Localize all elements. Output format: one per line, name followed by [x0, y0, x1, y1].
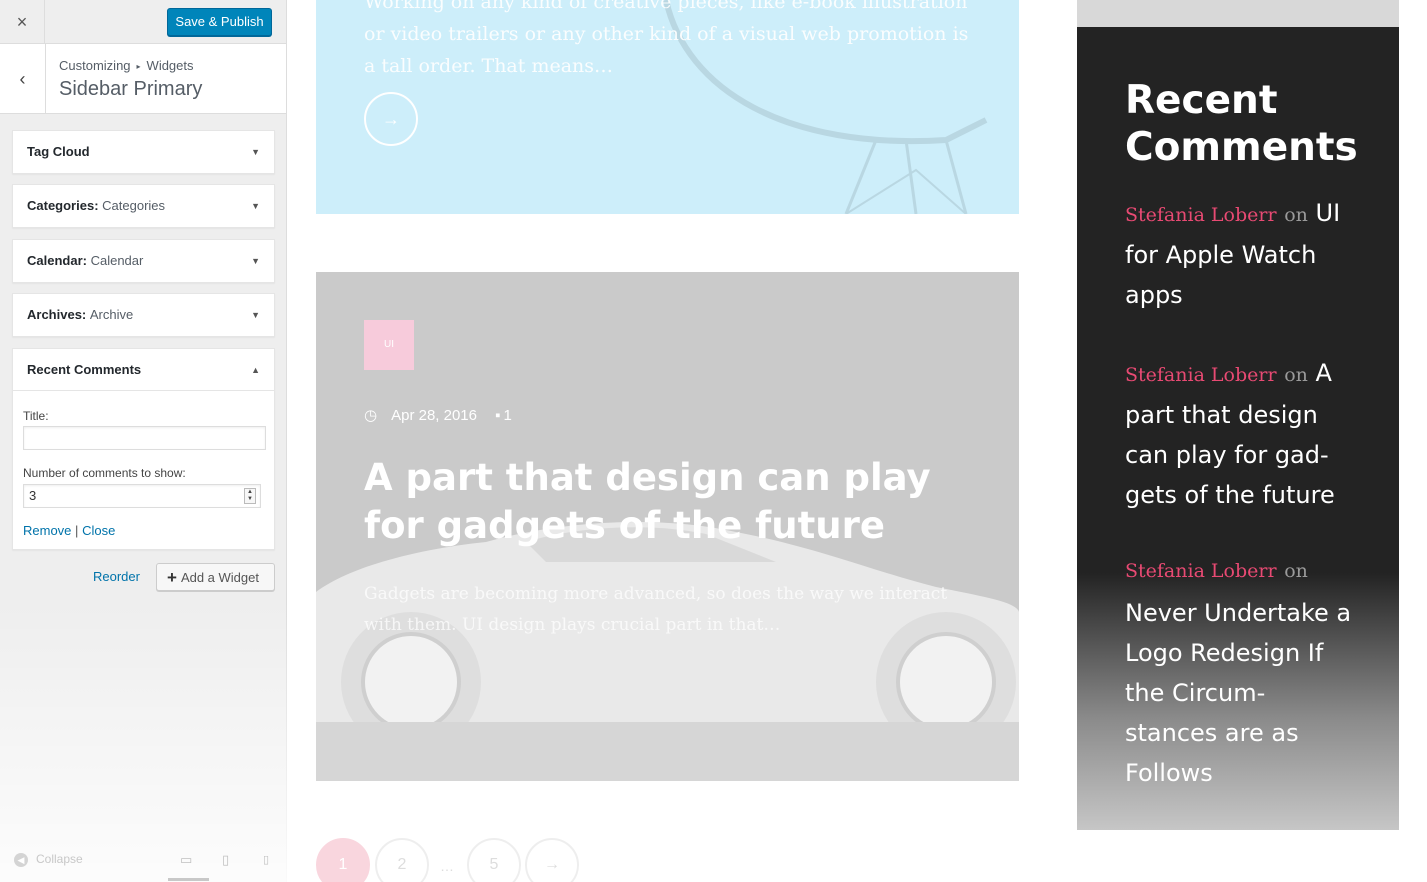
desktop-preview-icon[interactable]: ▭ [180, 852, 192, 868]
widget-tag-cloud[interactable]: Tag Cloud ▼ [12, 130, 275, 174]
widget-subtitle: Categories [102, 198, 166, 213]
post-meta: ◷ Apr 28, 2016 ▪ 1 [364, 406, 526, 424]
number-label: Number of comments to show: [23, 466, 186, 480]
post-title[interactable]: A part that design can play for gadgets … [364, 454, 984, 550]
comment-author-link[interactable]: Stefania Loberr [1125, 364, 1277, 386]
list-item: Stefania Loberr on Never Undertake a Log… [1125, 549, 1355, 793]
caret-down-icon[interactable]: ▼ [251, 294, 260, 336]
widget-archives[interactable]: Archives: Archive ▼ [12, 293, 275, 337]
comment-count[interactable]: 1 [504, 407, 512, 424]
add-widget-label: Add a Widget [180, 570, 259, 585]
title-input[interactable] [23, 426, 266, 450]
customizer-panel: × Save & Publish ‹ Customizing ▸ Widgets S… [0, 0, 287, 882]
caret-up-icon[interactable]: ▲ [251, 349, 260, 391]
post-excerpt: Gadgets are becoming more advanced, so d… [364, 584, 948, 635]
sidebar-top-strip [1077, 0, 1399, 27]
number-value: 3 [29, 488, 37, 503]
collapse-arrow-icon: ◀ [14, 853, 28, 867]
clock-icon: ◷ [364, 407, 378, 424]
widget-header[interactable]: Tag Cloud ▼ [13, 131, 274, 173]
breadcrumb-root: Customizing [59, 58, 131, 73]
pagination-next-icon[interactable]: → [525, 838, 579, 882]
caret-down-icon[interactable]: ▼ [251, 185, 260, 227]
breadcrumb-current: Widgets [146, 58, 194, 73]
reorder-link[interactable]: Reorder [93, 569, 140, 584]
list-item: Stefania Loberr on A part that design ca… [1125, 353, 1355, 515]
widget-actions: Remove | Close [23, 523, 115, 538]
remove-link[interactable]: Remove [23, 523, 71, 538]
widget-name: Archives [27, 307, 82, 322]
widget-name: Calendar [27, 253, 83, 268]
comment-connector: on [1284, 364, 1308, 386]
customizer-footer: ◀ Collapse ▭ ▯ ▯ [0, 838, 286, 882]
category-badge[interactable]: UI [364, 320, 414, 370]
breadcrumb-separator-icon: ▸ [136, 62, 141, 71]
pagination-page-5[interactable]: 5 [467, 838, 521, 882]
caret-down-icon[interactable]: ▼ [251, 240, 260, 282]
close-icon[interactable]: × [0, 0, 45, 44]
post-excerpt: Working on any kind of creative pieces, … [364, 0, 969, 77]
collapse-button[interactable]: ◀ Collapse [14, 852, 83, 867]
save-publish-button[interactable]: Save & Publish [167, 8, 272, 36]
caret-down-icon[interactable]: ▼ [251, 131, 260, 173]
add-widget-button[interactable]: + Add a Widget [156, 563, 275, 591]
pagination-page-1[interactable]: 1 [316, 838, 370, 882]
widget-header[interactable]: Recent Comments ▲ [13, 349, 274, 391]
read-more-arrow-icon[interactable]: → [364, 92, 418, 146]
active-device-indicator [168, 878, 209, 881]
pagination-ellipsis: … [440, 858, 454, 874]
mobile-preview-icon[interactable]: ▯ [263, 853, 269, 866]
widget-recent-comments: Recent Comments ▲ Title: Number of comme… [12, 348, 275, 550]
widget-categories[interactable]: Categories: Categories ▼ [12, 184, 275, 228]
post-card-1: Working on any kind of creative pieces, … [316, 0, 1019, 214]
widget-subtitle: Archive [89, 307, 134, 322]
recent-comments-widget: Recent Comments Stefania Loberr on UI fo… [1077, 27, 1399, 830]
section-title-bar: ‹ Customizing ▸ Widgets Sidebar Primary [0, 44, 286, 114]
widget-header[interactable]: Calendar: Calendar ▼ [13, 240, 274, 282]
plus-icon: + [167, 568, 177, 587]
comment-icon: ▪ [495, 407, 501, 424]
back-arrow-icon[interactable]: ‹ [0, 44, 46, 114]
comment-author-link[interactable]: Stefania Loberr [1125, 560, 1277, 582]
link-separator: | [75, 523, 79, 538]
comment-connector: on [1284, 204, 1308, 226]
widget-name: Recent Comments [27, 362, 142, 377]
comment-author-link[interactable]: Stefania Loberr [1125, 204, 1277, 226]
tablet-preview-icon[interactable]: ▯ [222, 852, 229, 868]
comment-connector: on [1284, 560, 1308, 582]
pagination-page-2[interactable]: 2 [375, 838, 429, 882]
post-card-2: UI ◷ Apr 28, 2016 ▪ 1 A part that design c… [316, 272, 1019, 781]
post-date: Apr 28, 2016 [391, 407, 477, 424]
widget-title: Recent Comments [1125, 78, 1358, 170]
number-of-comments-stepper[interactable]: 3 ▲ ▼ [23, 484, 261, 508]
customizer-header: × Save & Publish [0, 0, 286, 44]
widget-calendar[interactable]: Calendar: Calendar ▼ [12, 239, 275, 283]
comment-post-link[interactable]: Never Undertake a Logo Redesign If the C… [1125, 593, 1355, 793]
title-label: Title: [23, 409, 49, 423]
breadcrumb: Customizing ▸ Widgets [59, 58, 194, 73]
list-item: Stefania Loberr on UI for Apple Watch ap… [1125, 193, 1355, 315]
widget-header[interactable]: Categories: Categories ▼ [13, 185, 274, 227]
widget-subtitle: Calendar [90, 253, 144, 268]
spinner-arrows-icon[interactable]: ▲ ▼ [244, 488, 256, 504]
widget-name: Categories [27, 198, 95, 213]
site-preview: Working on any kind of creative pieces, … [287, 0, 1427, 882]
widget-name: Tag Cloud [27, 144, 90, 159]
collapse-label: Collapse [36, 852, 83, 866]
close-link[interactable]: Close [82, 523, 115, 538]
widget-header[interactable]: Archives: Archive ▼ [13, 294, 274, 336]
page-title: Sidebar Primary [59, 78, 203, 100]
